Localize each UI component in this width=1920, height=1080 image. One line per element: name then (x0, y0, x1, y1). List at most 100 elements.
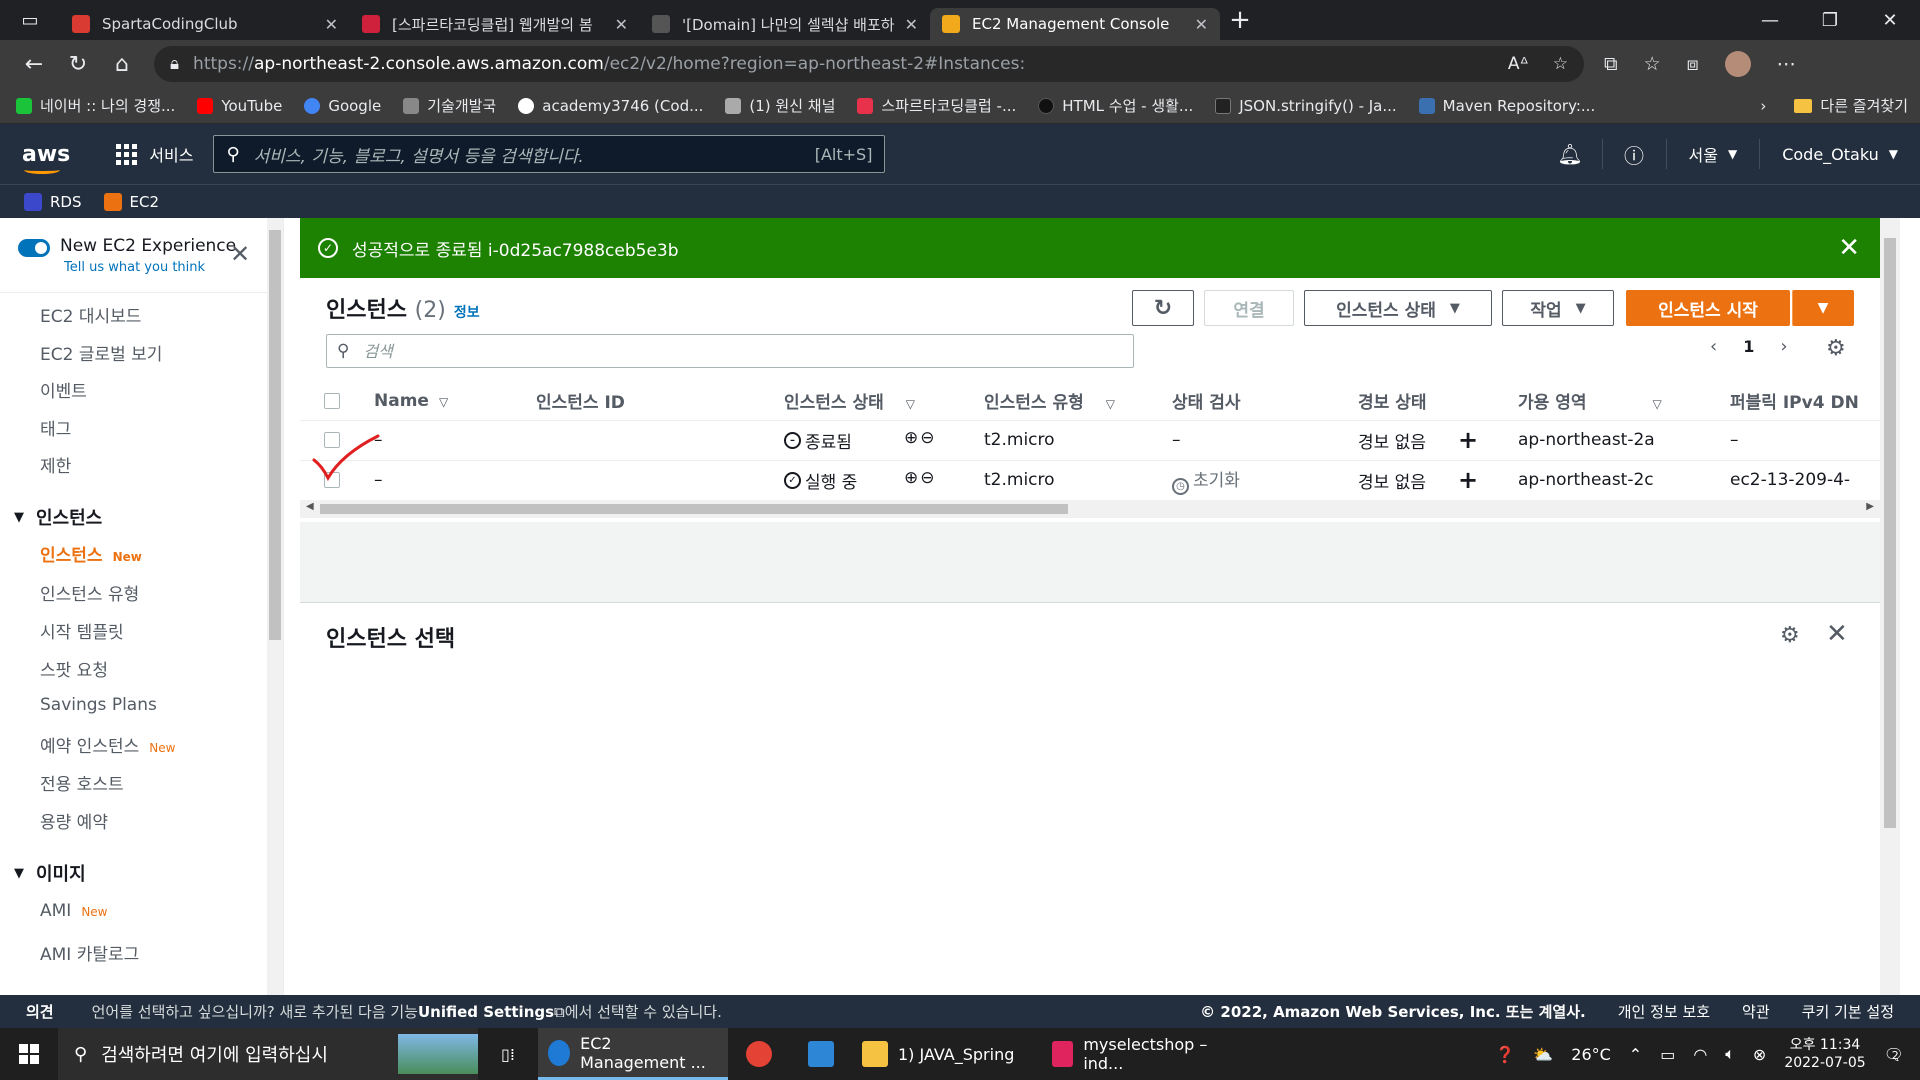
restore-icon[interactable]: ❐ (1800, 0, 1860, 40)
zoom-icons[interactable]: ⊕⊖ (904, 428, 937, 448)
minimize-icon[interactable]: — (1740, 0, 1800, 40)
volume-icon[interactable]: 🔈︎ (1725, 1044, 1735, 1064)
column-status-check[interactable]: 상태 검사 (1154, 382, 1340, 421)
bookmark-item[interactable]: JSON.stringify() - Ja... (1215, 97, 1397, 115)
bookmark-item[interactable]: academy3746 (Cod... (518, 97, 703, 115)
terms-link[interactable]: 약관 (1742, 1001, 1770, 1022)
bookmark-item[interactable]: Google (304, 97, 381, 115)
close-tab-icon[interactable]: ✕ (1195, 15, 1208, 34)
taskbar-app-explorer[interactable]: 1) JAVA_Spring (852, 1028, 1042, 1080)
taskbar-app-intellij[interactable]: myselectshop – ind... (1042, 1028, 1232, 1080)
weather-icon[interactable]: ⛅ (1533, 1045, 1553, 1064)
cookie-preferences-link[interactable]: 쿠키 기본 설정 (1802, 1001, 1894, 1022)
refresh-icon[interactable]: ↻ (56, 42, 100, 86)
bookmark-item[interactable]: Maven Repository:... (1418, 97, 1595, 115)
browser-tab-3[interactable]: '[Domain] 나만의 셀렉샵 배포하 ✕ (640, 8, 930, 40)
sort-icon[interactable]: ▽ (1652, 397, 1661, 411)
search-input[interactable] (363, 341, 1064, 361)
region-selector[interactable]: 서울 ▼ (1667, 139, 1761, 169)
privacy-link[interactable]: 개인 정보 보호 (1618, 1001, 1710, 1022)
new-experience-toggle[interactable]: New EC2 Experience (18, 236, 236, 257)
scroll-left-icon[interactable]: ◀ (306, 501, 314, 512)
scrollbar-thumb[interactable] (1884, 238, 1896, 828)
sidebar-item-launch-templates[interactable]: 시작 템플릿 (40, 618, 124, 643)
task-view-icon[interactable]: ▯⁞ (478, 1028, 538, 1080)
favorite-rds[interactable]: RDS (24, 192, 82, 211)
add-alarm-icon[interactable]: + (1458, 466, 1478, 494)
actions-button[interactable]: 작업 ▼ (1502, 290, 1614, 326)
launch-dropdown-button[interactable]: ▼ (1792, 290, 1854, 326)
sidebar-item-ami[interactable]: AMI New (40, 901, 108, 921)
more-options-icon[interactable]: ⋯ (1777, 53, 1796, 75)
browser-tab-1[interactable]: SpartaCodingClub ✕ (60, 8, 350, 40)
notification-bell-icon[interactable]: 🔔︎ (1539, 139, 1603, 169)
unified-settings-link[interactable]: Unified Settings (418, 1003, 554, 1021)
taskbar-search[interactable]: ⚲ 검색하려면 여기에 입력하십시 (58, 1028, 478, 1080)
read-aloud-icon[interactable]: A͏ᐞ (1508, 54, 1529, 74)
other-bookmarks[interactable]: › 다른 즐겨찾기 (1760, 95, 1908, 116)
bookmark-item[interactable]: HTML 수업 - 생활... (1038, 95, 1193, 116)
browser-tab-4[interactable]: EC2 Management Console ✕ (930, 8, 1220, 40)
close-tab-icon[interactable]: ✕ (905, 15, 918, 34)
sidebar-item-reserved-instances[interactable]: 예약 인스턴스 New (40, 732, 175, 757)
browser-tab-2[interactable]: [스파르타코딩클럽] 웹개발의 봄 ✕ (350, 8, 640, 40)
url-field[interactable]: 🔒︎ https://ap-northeast-2.console.aws.am… (154, 46, 1584, 82)
sidebar-item-capacity-reservations[interactable]: 용량 예약 (40, 808, 108, 833)
dismiss-flash-icon[interactable]: ✕ (1838, 233, 1860, 263)
add-alarm-icon[interactable]: + (1458, 426, 1478, 454)
sidebar-scrollbar[interactable] (267, 218, 283, 995)
chevron-up-icon[interactable]: ⌃ (1629, 1045, 1642, 1064)
chevron-right-icon[interactable]: › (1760, 97, 1766, 115)
taskbar-app-mail[interactable] (790, 1028, 852, 1080)
close-icon[interactable]: ✕ (1826, 619, 1848, 649)
connect-button[interactable]: 연결 (1204, 290, 1294, 326)
bookmark-item[interactable]: (1) 원신 채널 (725, 95, 835, 116)
page-scrollbar[interactable] (1900, 218, 1920, 995)
tray-device-icon[interactable]: ▭ (1660, 1045, 1675, 1064)
current-page[interactable]: 1 (1743, 337, 1754, 356)
cell-instance-id[interactable] (518, 420, 766, 461)
table-horizontal-scrollbar[interactable]: ◀ ▶ (300, 500, 1880, 518)
sidebar-item-instances[interactable]: 인스턴스 New (40, 541, 142, 566)
sidebar-item-spot-requests[interactable]: 스팟 요청 (40, 656, 108, 681)
taskbar-app-chrome[interactable] (728, 1028, 790, 1080)
tab-actions-icon[interactable]: ▭ (0, 0, 60, 40)
start-button[interactable] (0, 1044, 58, 1064)
sidebar-item-savings-plans[interactable]: Savings Plans (40, 695, 157, 715)
column-availability-zone[interactable]: 가용 영역 ▽ (1500, 382, 1712, 421)
scrollbar-thumb[interactable] (269, 230, 281, 640)
close-tab-icon[interactable]: ✕ (325, 15, 338, 34)
toggle-switch[interactable] (18, 239, 50, 257)
sidebar-item-dashboard[interactable]: EC2 대시보드 (40, 302, 141, 327)
previous-page-icon[interactable]: ‹ (1710, 336, 1717, 357)
column-instance-type[interactable]: 인스턴스 유형 ▽ (966, 382, 1154, 421)
taskbar-app-edge[interactable]: EC2 Management ... (538, 1028, 728, 1080)
column-instance-state[interactable]: 인스턴스 상태 ▽ (766, 382, 966, 421)
sort-icon[interactable]: ▽ (1106, 397, 1115, 411)
instance-search-field[interactable]: ⚲ (326, 334, 1134, 368)
wifi-icon[interactable]: ◠ (1693, 1045, 1707, 1064)
column-name[interactable]: Name ▽ (356, 382, 518, 421)
sidebar-item-limits[interactable]: 제한 (40, 452, 71, 477)
main-scrollbar[interactable] (1880, 218, 1900, 995)
column-instance-id[interactable]: 인스턴스 ID (518, 382, 766, 421)
column-alarm-status[interactable]: 경보 상태 (1340, 382, 1500, 421)
table-row[interactable]: – – 종료됨 ⊕⊖ t2.micro – 경보 없음 + ap-northeast-… (300, 420, 1880, 461)
cell-public-dns[interactable]: ec2-13-209-4- (1712, 460, 1880, 501)
close-window-icon[interactable]: ✕ (1860, 0, 1920, 40)
sidebar-group-instances[interactable]: ▼ 인스턴스 (14, 504, 102, 530)
sidebar-item-events[interactable]: 이벤트 (40, 377, 87, 402)
zoom-icons[interactable]: ⊕⊖ (904, 468, 937, 488)
scroll-right-icon[interactable]: ▶ (1866, 501, 1874, 512)
next-page-icon[interactable]: › (1780, 336, 1787, 357)
clock[interactable]: 오후 11:34 2022-07-05 (1784, 1036, 1865, 1072)
feedback-link[interactable]: Tell us what you think (64, 260, 205, 275)
disconnect-icon[interactable]: ⊗ (1753, 1045, 1766, 1064)
table-row[interactable]: – ✓ 실행 중 ⊕⊖ t2.micro ◷ 초기화 경보 없음 + ap-northe… (300, 460, 1880, 501)
extensions-icon[interactable]: ⧉ (1604, 53, 1618, 75)
add-favorite-icon[interactable]: ☆ (1553, 54, 1568, 74)
aws-logo[interactable]: aws (22, 142, 70, 174)
sidebar-item-dedicated-hosts[interactable]: 전용 호스트 (40, 770, 124, 795)
help-tray-icon[interactable]: ❓ (1495, 1045, 1515, 1064)
sort-icon[interactable]: ▽ (906, 397, 915, 411)
